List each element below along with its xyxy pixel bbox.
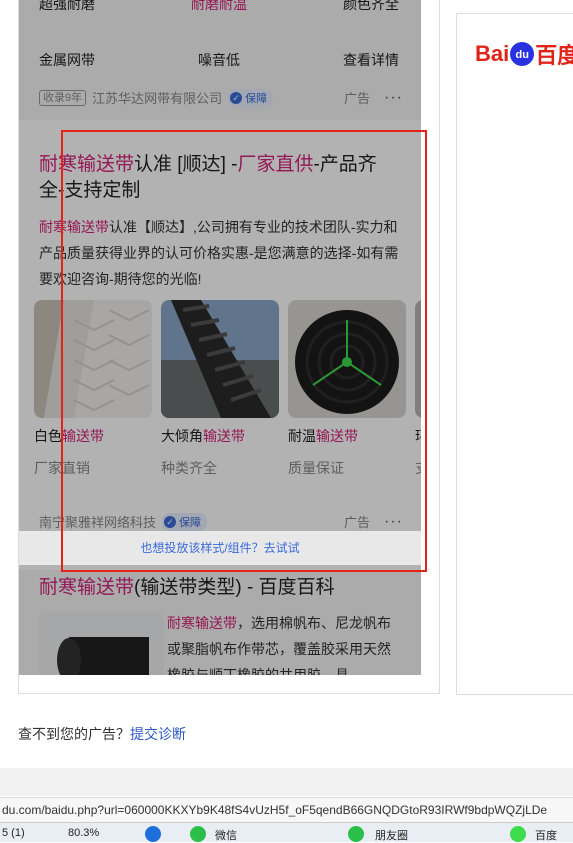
- baidu-logo: Bai du 百度: [475, 38, 573, 70]
- more-icon[interactable]: ···: [384, 89, 403, 107]
- feature-item[interactable]: 噪音低: [159, 50, 279, 70]
- app-icon[interactable]: [510, 826, 526, 842]
- scrollbar[interactable]: ▲ ▼: [439, 0, 440, 675]
- taskbar-item[interactable]: 5 (1): [2, 827, 25, 839]
- diagnose-prompt: 查不到您的广告？提交诊断: [18, 724, 186, 744]
- feature-row-partial: 超强耐磨 耐磨耐温 颜色齐全: [39, 0, 399, 14]
- feature-item[interactable]: 查看详情: [279, 50, 399, 70]
- wiki-title-keyword: 耐寒输送带: [39, 577, 135, 598]
- taskbar-item[interactable]: 80.3%: [68, 827, 99, 839]
- feature-item: 颜色齐全: [343, 0, 399, 12]
- logo-du: du: [515, 49, 529, 61]
- ad-preview-frame: 超强耐磨 耐磨耐温 颜色齐全 金属网带 噪音低 查看详情 收录9年 江苏华达网带…: [18, 0, 440, 694]
- ad-label: 广告: [344, 91, 371, 106]
- feature-item[interactable]: 金属网带: [39, 50, 159, 70]
- wiki-title[interactable]: 耐寒输送带(输送带类型) - 百度百科: [39, 572, 335, 599]
- wiki-keyword: 耐寒输送带: [167, 615, 237, 631]
- logo-text-cn: 百度: [535, 43, 573, 68]
- company-name[interactable]: 江苏华达网带有限公司: [92, 88, 222, 107]
- guarantee-label: 保障: [245, 92, 268, 105]
- browser-icon[interactable]: [145, 826, 161, 842]
- product-name-prefix: 白色: [34, 428, 62, 444]
- guarantee-badge: ✓ 保障: [228, 88, 274, 107]
- check-icon: ✓: [230, 91, 243, 104]
- wiki-title-text: (输送带类型) - 百度百科: [134, 577, 335, 598]
- years-tag: 收录9年: [39, 89, 87, 106]
- taskbar: 5 (1) 80.3% 微信 朋友圈 百度: [0, 822, 573, 842]
- feature-row: 金属网带 噪音低 查看详情: [39, 50, 399, 70]
- status-bar-url: du.com/baidu.php?url=060000KKXYb9K48fS4v…: [0, 797, 573, 822]
- diagnose-text: 查不到您的广告？: [18, 726, 130, 742]
- submit-diagnosis-link[interactable]: 提交诊断: [130, 726, 186, 742]
- paw-icon: du: [510, 42, 535, 66]
- wiki-image[interactable]: [39, 612, 164, 675]
- right-panel: Bai du 百度: [456, 13, 573, 695]
- wechat-icon[interactable]: [190, 826, 206, 842]
- wiki-snippet: 耐寒输送带，选用棉帆布、尼龙帆布或聚脂帆布作带芯，覆盖胶采用天然橡胶与顺丁橡胶的…: [167, 610, 403, 675]
- ad1-meta: 收录9年 江苏华达网带有限公司 ✓ 保障 广告 ···: [39, 88, 403, 107]
- logo-text: Bai: [475, 41, 510, 66]
- feature-item: 超强耐磨: [39, 0, 95, 12]
- page-footer: [0, 768, 573, 796]
- wechat-icon[interactable]: [348, 826, 364, 842]
- feature-item: 耐磨耐温: [191, 0, 247, 12]
- highlight-box: [61, 130, 427, 572]
